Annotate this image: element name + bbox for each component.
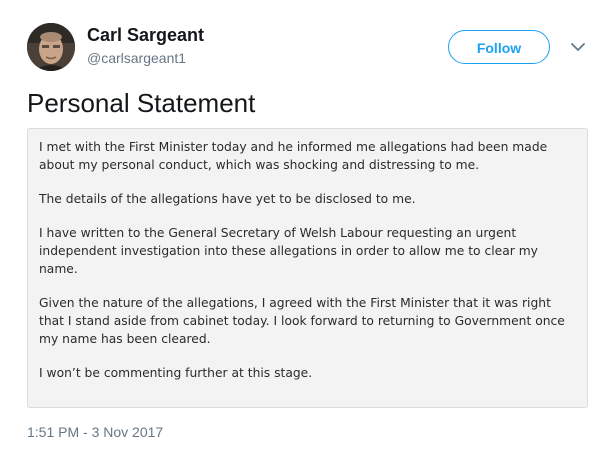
more-options-button[interactable] <box>569 38 587 56</box>
tweet-text: Personal Statement <box>27 88 256 118</box>
tweet-card: Carl Sargeant @carlsargeant1 Follow Pers… <box>0 0 613 450</box>
statement-image[interactable]: I met with the First Minister today and … <box>27 128 588 408</box>
follow-button[interactable]: Follow <box>448 30 550 64</box>
chevron-down-icon <box>571 43 585 51</box>
avatar[interactable] <box>27 23 75 71</box>
profile-photo <box>27 23 75 71</box>
statement-paragraph: The details of the allegations have yet … <box>39 192 416 206</box>
statement-paragraph: I met with the First Minister today and … <box>39 140 548 172</box>
statement-paragraph: Given the nature of the allegations, I a… <box>39 296 565 346</box>
tweet-timestamp[interactable]: 1:51 PM - 3 Nov 2017 <box>27 424 163 440</box>
statement-paragraph: I won’t be commenting further at this st… <box>39 366 313 380</box>
statement-paragraph: I have written to the General Secretary … <box>39 226 538 276</box>
display-name[interactable]: Carl Sargeant <box>87 25 204 46</box>
user-handle[interactable]: @carlsargeant1 <box>87 50 186 66</box>
